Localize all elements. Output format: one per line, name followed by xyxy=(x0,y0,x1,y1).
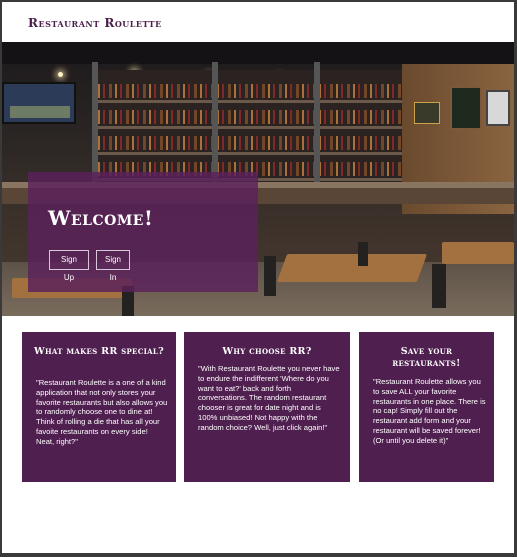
chair xyxy=(264,256,276,296)
hero-ceiling xyxy=(2,42,514,64)
sign-in-button[interactable]: Sign In xyxy=(96,250,130,282)
hero-banner: Welcome! Sign Up Sign In xyxy=(2,42,514,316)
chair xyxy=(358,242,368,266)
navbar: Restaurant Roulette xyxy=(2,2,514,42)
sign-up-button[interactable]: Sign Up xyxy=(49,250,89,282)
card-body: "Restaurant Roulette allows you to save … xyxy=(373,377,486,445)
wall-frame xyxy=(486,90,510,126)
feature-card-special: What makes RR special? "Restaurant Roule… xyxy=(22,332,176,482)
dining-table xyxy=(276,254,428,282)
card-title: Save your restaurants! xyxy=(392,346,461,369)
welcome-overlay: Welcome! Sign Up Sign In xyxy=(28,172,258,292)
wall-sign xyxy=(414,102,440,124)
bar-tv xyxy=(2,82,76,124)
chair xyxy=(432,264,446,308)
welcome-title: Welcome! xyxy=(48,206,154,230)
feature-card-save: Save your restaurants! "Restaurant Roule… xyxy=(359,332,494,482)
bar-shelves xyxy=(92,70,422,188)
card-body: "Restaurant Roulette is a one of a kind … xyxy=(36,378,168,446)
ceiling-light xyxy=(58,72,63,77)
pillar xyxy=(314,62,320,192)
dining-table xyxy=(442,242,514,264)
card-title: Why choose RR? xyxy=(222,346,312,357)
chalkboard xyxy=(450,86,482,130)
brand-logo-text[interactable]: Restaurant Roulette xyxy=(28,16,162,30)
card-body: "With Restaurant Roulette you never have… xyxy=(198,364,340,432)
page: Restaurant Roulette Welcome! Sign Up Sig… xyxy=(2,2,514,553)
card-title: What makes RR special? xyxy=(34,346,164,357)
feature-card-why: Why choose RR? "With Restaurant Roulette… xyxy=(184,332,350,482)
